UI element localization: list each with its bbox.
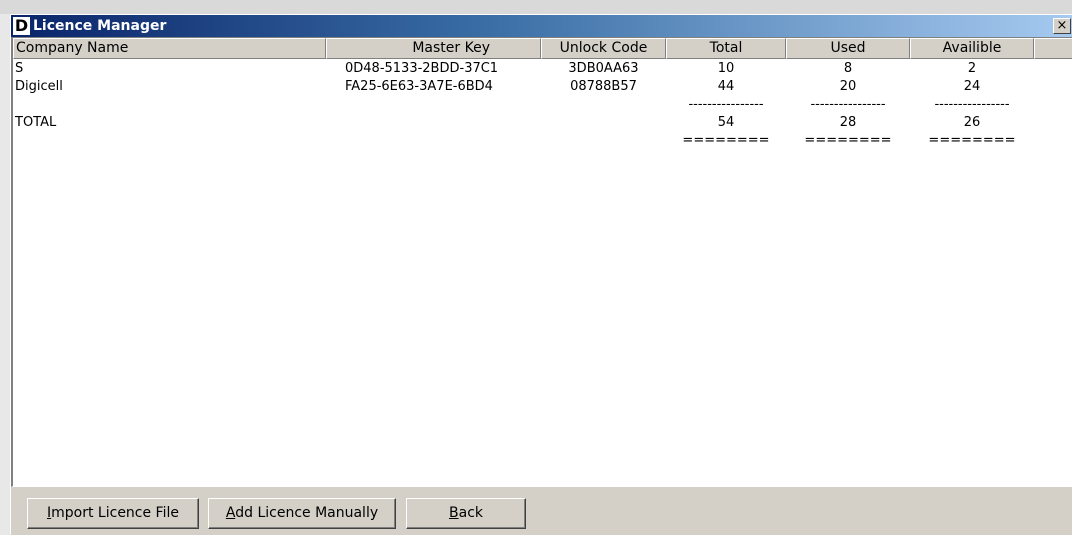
title-bar[interactable]: D Licence Manager × [11,15,1072,37]
double-rule-total: ======== [682,133,770,148]
separator-available: ---------------- [934,97,1010,112]
column-header-unlock-code[interactable]: Unlock Code [541,38,666,59]
window-title: Licence Manager [33,18,167,34]
total-label: TOTAL [15,115,57,130]
import-licence-file-button[interactable]: Import Licence File [27,498,199,529]
column-header-row: Company Name Master Key Unlock Code Tota… [13,38,1072,59]
separator-total: ---------------- [688,97,764,112]
back-button[interactable]: Back [406,498,526,529]
double-rule-used: ======== [804,133,892,148]
add-label: dd Licence Manually [235,505,379,521]
cell-used: 8 [843,61,853,76]
add-mnemonic: A [225,505,236,521]
cell-available: 2 [967,61,977,76]
app-logo-icon: D [13,16,30,35]
import-label: mport Licence File [51,505,179,521]
double-rule-available: ======== [928,133,1016,148]
column-header-filler [1034,38,1072,59]
back-mnemonic: B [449,505,459,521]
desktop-background [0,0,1072,14]
column-header-total[interactable]: Total [666,38,786,59]
licence-list[interactable]: Company Name Master Key Unlock Code Tota… [11,37,1072,487]
total-total: 54 [717,115,735,130]
cell-company-name: S [15,61,24,76]
column-header-company-name[interactable]: Company Name [13,38,326,59]
cell-unlock-code: 3DB0AA63 [568,61,639,76]
add-licence-manually-button[interactable]: Add Licence Manually [208,498,396,529]
licence-manager-window: D Licence Manager × Company Name Master … [10,14,1072,535]
close-icon[interactable]: × [1053,18,1071,34]
cell-total: 10 [717,61,735,76]
cell-company-name: Digicell [15,79,63,94]
cell-used: 20 [839,79,857,94]
column-header-used[interactable]: Used [786,38,910,59]
cell-available: 24 [963,79,981,94]
cell-total: 44 [717,79,735,94]
cell-master-key: FA25-6E63-3A7E-6BD4 [345,79,493,94]
separator-used: ---------------- [810,97,886,112]
total-used: 28 [839,115,857,130]
cell-master-key: 0D48-5133-2BDD-37C1 [345,61,499,76]
cell-unlock-code: 08788B57 [570,79,637,94]
column-header-master-key[interactable]: Master Key [326,38,541,59]
total-available: 26 [963,115,981,130]
column-header-available[interactable]: Availible [910,38,1034,59]
button-bar: Import Licence File Add Licence Manually… [11,487,1072,535]
back-label: ack [458,505,483,521]
